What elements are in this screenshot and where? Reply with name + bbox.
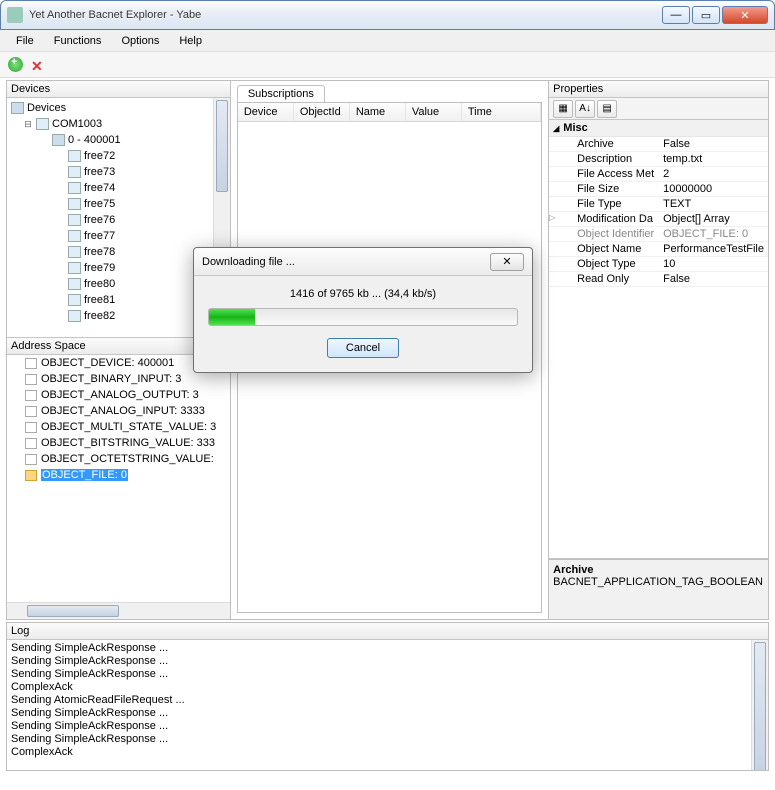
menubar: File Functions Options Help [0, 30, 775, 52]
log-line: Sending SimpleAckResponse ... [11, 668, 764, 681]
log-line: Sending SimpleAckResponse ... [11, 642, 764, 655]
add-icon[interactable] [8, 57, 23, 72]
log-header: Log [7, 623, 768, 640]
address-space-hscroll[interactable] [7, 602, 230, 619]
property-description: Archive BACNET_APPLICATION_TAG_BOOLEAN [549, 559, 768, 619]
address-space-item[interactable]: OBJECT_ANALOG_INPUT: 3333 [7, 403, 230, 419]
tree-free-node[interactable]: free72 [9, 148, 228, 164]
property-pages-icon[interactable]: ▤ [597, 100, 617, 118]
address-space-item[interactable]: OBJECT_ANALOG_OUTPUT: 3 [7, 387, 230, 403]
property-category[interactable]: ◢Misc [549, 120, 768, 137]
maximize-button[interactable]: ▭ [692, 6, 720, 24]
log-body[interactable]: Sending SimpleAckResponse ...Sending Sim… [7, 640, 768, 770]
tree-port[interactable]: ⊟COM1003 [9, 116, 228, 132]
tree-free-node[interactable]: free73 [9, 164, 228, 180]
menu-functions[interactable]: Functions [44, 33, 112, 49]
menu-help[interactable]: Help [169, 33, 212, 49]
tree-free-node[interactable]: free76 [9, 212, 228, 228]
properties-toolbar: ▦ A↓ ▤ [549, 98, 768, 120]
tree-free-node[interactable]: free77 [9, 228, 228, 244]
menu-file[interactable]: File [6, 33, 44, 49]
properties-grid[interactable]: ◢Misc ArchiveFalseDescriptiontemp.txtFil… [549, 120, 768, 559]
property-row[interactable]: Descriptiontemp.txt [549, 152, 768, 167]
property-row[interactable]: File Access Met2 [549, 167, 768, 182]
col-name[interactable]: Name [350, 103, 406, 121]
col-value[interactable]: Value [406, 103, 462, 121]
col-device[interactable]: Device [238, 103, 294, 121]
property-row[interactable]: Read OnlyFalse [549, 272, 768, 287]
log-line: Sending SimpleAckResponse ... [11, 733, 764, 746]
address-space-item[interactable]: OBJECT_BITSTRING_VALUE: 333 [7, 435, 230, 451]
right-column: Properties ▦ A↓ ▤ ◢Misc ArchiveFalseDesc… [549, 81, 768, 619]
tree-root[interactable]: Devices [9, 100, 228, 116]
property-row[interactable]: Object Type10 [549, 257, 768, 272]
property-row[interactable]: File TypeTEXT [549, 197, 768, 212]
log-scrollbar[interactable] [751, 640, 768, 770]
address-space-item-selected[interactable]: OBJECT_FILE: 0 [7, 467, 230, 483]
log-line: ComplexAck [11, 746, 764, 759]
window-title: Yet Another Bacnet Explorer - Yabe [29, 9, 660, 21]
log-line: ComplexAck [11, 681, 764, 694]
subscriptions-columns: Device ObjectId Name Value Time [238, 103, 541, 122]
col-objectid[interactable]: ObjectId [294, 103, 350, 121]
dialog-close-button[interactable]: ✕ [490, 253, 524, 271]
devices-header: Devices [7, 81, 230, 98]
address-space-tree[interactable]: OBJECT_DEVICE: 400001OBJECT_BINARY_INPUT… [7, 355, 230, 602]
log-line: Sending SimpleAckResponse ... [11, 655, 764, 668]
sort-az-icon[interactable]: A↓ [575, 100, 595, 118]
property-row[interactable]: Object NamePerformanceTestFile [549, 242, 768, 257]
log-line: Sending SimpleAckResponse ... [11, 707, 764, 720]
toolbar: ✕ [0, 52, 775, 78]
property-desc-title: Archive [553, 564, 764, 576]
tree-device[interactable]: 0 - 400001 [9, 132, 228, 148]
cancel-button[interactable]: Cancel [327, 338, 399, 358]
delete-icon[interactable]: ✕ [31, 58, 45, 72]
address-space-item[interactable]: OBJECT_OCTETSTRING_VALUE: [7, 451, 230, 467]
log-line: Sending SimpleAckResponse ... [11, 720, 764, 733]
address-space-item[interactable]: OBJECT_MULTI_STATE_VALUE: 3 [7, 419, 230, 435]
dialog-title: Downloading file ... [202, 256, 490, 268]
tree-free-node[interactable]: free74 [9, 180, 228, 196]
property-row[interactable]: ▷Modification DaObject[] Array [549, 212, 768, 227]
close-button[interactable]: ✕ [722, 6, 768, 24]
col-time[interactable]: Time [462, 103, 541, 121]
dialog-titlebar[interactable]: Downloading file ... ✕ [194, 248, 532, 276]
minimize-button[interactable]: — [662, 6, 690, 24]
app-icon [7, 7, 23, 23]
property-desc-value: BACNET_APPLICATION_TAG_BOOLEAN [553, 576, 764, 588]
log-panel: Log Sending SimpleAckResponse ...Sending… [6, 622, 769, 771]
property-row[interactable]: File Size10000000 [549, 182, 768, 197]
progress-bar [208, 308, 518, 326]
tree-free-node[interactable]: free75 [9, 196, 228, 212]
window-titlebar: Yet Another Bacnet Explorer - Yabe — ▭ ✕ [0, 0, 775, 30]
menu-options[interactable]: Options [111, 33, 169, 49]
properties-header: Properties [549, 81, 768, 98]
log-line: Sending AtomicReadFileRequest ... [11, 694, 764, 707]
download-dialog: Downloading file ... ✕ 1416 of 9765 kb .… [193, 247, 533, 373]
address-space-item[interactable]: OBJECT_BINARY_INPUT: 3 [7, 371, 230, 387]
property-row[interactable]: Object IdentifierOBJECT_FILE: 0 [549, 227, 768, 242]
property-row[interactable]: ArchiveFalse [549, 137, 768, 152]
tab-subscriptions[interactable]: Subscriptions [237, 85, 325, 102]
download-status: 1416 of 9765 kb ... (34,4 kb/s) [208, 288, 518, 300]
categorize-icon[interactable]: ▦ [553, 100, 573, 118]
